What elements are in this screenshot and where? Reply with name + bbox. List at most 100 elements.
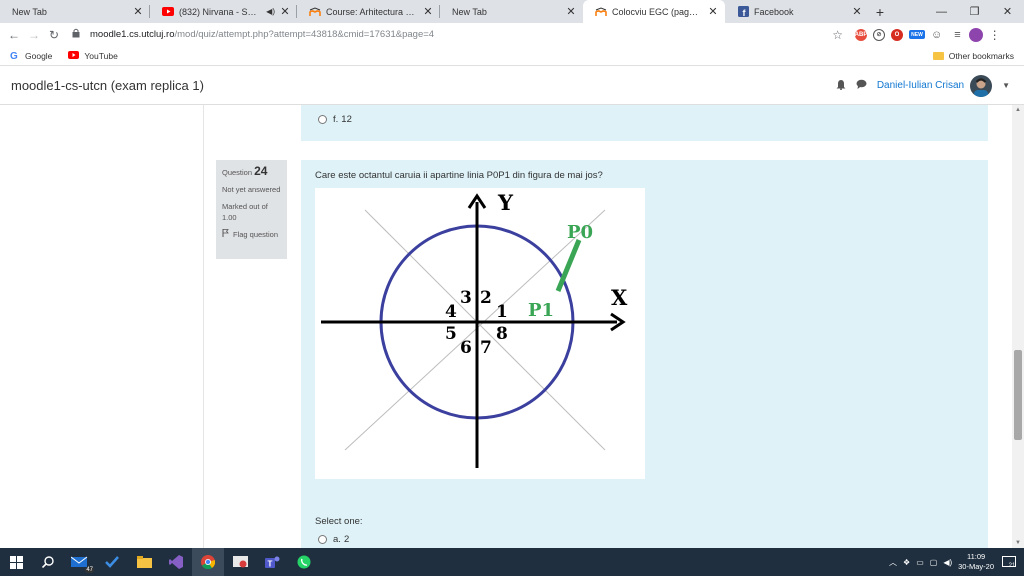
radio-button[interactable] xyxy=(318,535,327,544)
site-title[interactable]: moodle1-cs-utcn (exam replica 1) xyxy=(11,78,204,93)
close-icon[interactable]: ✕ xyxy=(279,5,291,18)
scroll-thumb[interactable] xyxy=(1014,350,1022,440)
question-text: Care este octantul caruia ii apartine li… xyxy=(315,170,603,181)
octant-8-label: 8 xyxy=(496,324,508,344)
option-text: 12 xyxy=(341,114,352,125)
maximize-icon[interactable]: ❐ xyxy=(958,0,991,23)
tab-title: Course: Arhitectura Calculat xyxy=(326,6,418,17)
url-path: /mod/quiz/attempt.php?attempt=43818&cmid… xyxy=(174,29,435,40)
close-icon[interactable]: ✕ xyxy=(422,5,434,18)
network-icon[interactable]: ▢ xyxy=(930,558,938,567)
scroll-up-icon[interactable]: ▲ xyxy=(1012,105,1024,115)
youtube-icon xyxy=(68,50,80,61)
clock[interactable]: 11:09 30-May-20 xyxy=(958,552,994,572)
playlist-icon[interactable]: ≡ xyxy=(954,29,960,41)
bookmark-label: Google xyxy=(25,50,53,61)
chevron-up-icon[interactable]: ︿ xyxy=(889,557,897,568)
flag-question-link[interactable]: Flag question xyxy=(222,229,281,240)
question-state: Not yet answered xyxy=(222,185,281,194)
chrome-icon[interactable] xyxy=(192,548,224,576)
message-icon[interactable] xyxy=(856,79,867,92)
reload-icon[interactable]: ↻ xyxy=(44,28,64,42)
windows-taskbar: 47 T ︿ ❖ ▭ ▢ ◀) 11:09 30-May-20 21 xyxy=(0,548,1024,576)
menu-icon[interactable]: ⋮ xyxy=(989,28,1001,42)
moodle-icon xyxy=(595,6,607,18)
other-bookmarks-label: Other bookmarks xyxy=(948,50,1014,61)
bookmark-label: YouTube xyxy=(84,50,118,61)
star-icon[interactable]: ☆ xyxy=(832,28,843,42)
grade-label: Marked out of xyxy=(222,202,268,211)
option-text: 2 xyxy=(343,534,350,545)
adblock-extension-icon[interactable]: ABP xyxy=(855,28,867,41)
question-block: Care este octantul caruia ii apartine li… xyxy=(301,160,988,548)
bookmark-google[interactable]: G Google xyxy=(10,50,52,62)
volume-icon[interactable]: ◀) xyxy=(943,558,952,567)
close-window-icon[interactable]: ✕ xyxy=(991,0,1024,23)
question-number-value: 24 xyxy=(254,164,268,178)
user-menu-area: Daniel-Iulian Crisan ▼ xyxy=(826,74,1010,97)
segment-p0p1 xyxy=(555,239,582,292)
whatsapp-icon[interactable] xyxy=(288,548,320,576)
bookmark-youtube[interactable]: YouTube xyxy=(68,50,118,61)
lock-icon xyxy=(72,28,84,41)
profile-avatar[interactable] xyxy=(968,27,983,42)
octant-3-label: 3 xyxy=(460,288,472,308)
url-host: moodle1.cs.utcluj.ro xyxy=(90,29,175,40)
octant-1-label: 1 xyxy=(496,302,508,322)
chevron-down-icon[interactable]: ▼ xyxy=(1002,81,1010,90)
mail-icon[interactable]: 47 xyxy=(64,548,96,576)
answer-option[interactable]: f. 12 xyxy=(318,114,352,125)
tab-colocviu-egc[interactable]: Colocviu EGC (page 5 of 10) ✕ xyxy=(583,0,725,23)
opera-extension-icon[interactable]: O xyxy=(891,28,903,41)
octant-5-label: 5 xyxy=(445,324,457,344)
octant-figure: Y X P0 P1 1 2 3 4 5 6 7 8 xyxy=(315,188,645,479)
youtube-icon xyxy=(162,6,174,18)
close-icon[interactable]: ✕ xyxy=(132,5,144,18)
close-icon[interactable]: ✕ xyxy=(851,5,863,18)
file-explorer-icon[interactable] xyxy=(128,548,160,576)
close-icon[interactable]: ✕ xyxy=(707,5,719,18)
axis-y-label: Y xyxy=(497,190,514,215)
user-name[interactable]: Daniel-Iulian Crisan xyxy=(877,80,964,91)
snipping-tool-icon[interactable] xyxy=(224,548,256,576)
clock-time: 11:09 xyxy=(966,552,986,561)
teams-icon[interactable]: T xyxy=(256,548,288,576)
minimize-icon[interactable]: — xyxy=(925,0,958,23)
bell-icon[interactable] xyxy=(836,79,846,93)
back-icon[interactable]: ← xyxy=(4,28,24,42)
question-info-box: Question 24 Not yet answered Marked out … xyxy=(216,160,287,259)
close-icon[interactable]: ✕ xyxy=(565,5,577,18)
page-scrollbar[interactable]: ▲ ▼ xyxy=(1012,105,1024,548)
battery-icon[interactable]: ▭ xyxy=(916,558,924,567)
dropbox-icon[interactable]: ❖ xyxy=(903,558,910,567)
todo-check-icon[interactable] xyxy=(96,548,128,576)
user-avatar[interactable] xyxy=(970,74,993,97)
notification-icon[interactable]: 21 xyxy=(1000,553,1018,571)
new-extension-icon[interactable]: NEW xyxy=(909,30,925,39)
emoji-extension-icon[interactable]: ☺ xyxy=(931,29,942,41)
bookmarks-bar: G Google YouTube Other bookmarks xyxy=(0,46,1024,66)
windows-start-icon[interactable] xyxy=(0,548,32,576)
scroll-down-icon[interactable]: ▼ xyxy=(1012,538,1024,548)
svg-text:T: T xyxy=(267,560,272,569)
facebook-icon: f xyxy=(737,6,749,18)
tab-facebook[interactable]: f Facebook ✕ xyxy=(725,0,869,23)
option-letter: f. xyxy=(333,114,339,125)
tab-new-tab-1[interactable]: New Tab ✕ xyxy=(0,0,150,23)
google-icon: G xyxy=(10,50,20,62)
answer-option-a[interactable]: a. 2 xyxy=(318,534,349,545)
tab-course-arhitectura[interactable]: Course: Arhitectura Calculat ✕ xyxy=(297,0,440,23)
tab-new-tab-2[interactable]: New Tab ✕ xyxy=(440,0,583,23)
radio-button[interactable] xyxy=(318,115,327,124)
address-bar[interactable]: moodle1.cs.utcluj.ro/mod/quiz/attempt.ph… xyxy=(72,25,847,44)
visual-studio-icon[interactable] xyxy=(160,548,192,576)
new-tab-button[interactable]: + xyxy=(869,0,891,23)
block-extension-icon[interactable]: ⊘ xyxy=(873,28,885,41)
other-bookmarks[interactable]: Other bookmarks xyxy=(932,50,1014,61)
search-icon[interactable] xyxy=(32,548,64,576)
speaker-icon[interactable]: ◀) xyxy=(266,7,275,16)
moodle-navbar: moodle1-cs-utcn (exam replica 1) Daniel-… xyxy=(0,67,1024,105)
tab-youtube-nirvana[interactable]: (832) Nirvana - Smells Li ◀) ✕ xyxy=(150,0,297,23)
forward-icon[interactable]: → xyxy=(24,28,44,42)
browser-tab-strip: New Tab ✕ (832) Nirvana - Smells Li ◀) ✕… xyxy=(0,0,1024,23)
